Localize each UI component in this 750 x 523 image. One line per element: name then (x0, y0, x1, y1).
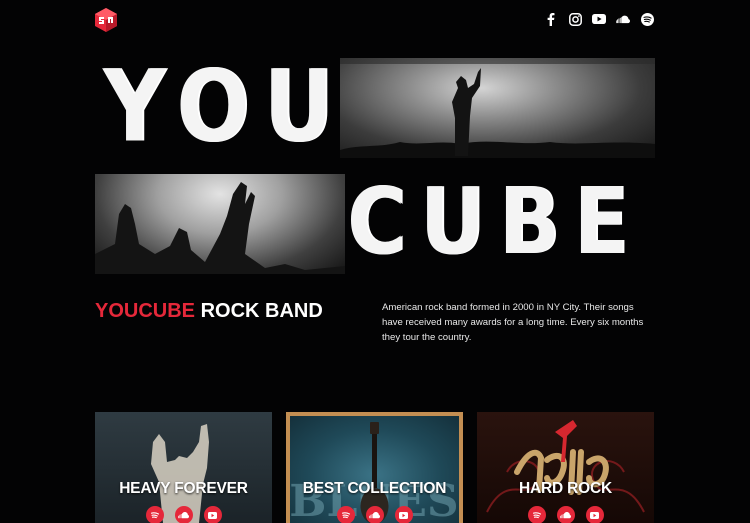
album-cards: HEAVY FOREVER BLUES BEST COLLECTION (95, 412, 655, 523)
band-description: American rock band formed in 2000 in NY … (382, 302, 644, 343)
crowd-hands-photo (95, 174, 345, 274)
youtube-icon[interactable] (585, 506, 604, 523)
title-rest: ROCK BAND (200, 300, 323, 322)
page-title: YOUCUBE ROCK BAND (95, 300, 323, 323)
soundcloud-icon[interactable] (616, 12, 630, 26)
concert-stage-photo (340, 58, 655, 158)
album-card-hard-rock[interactable]: HARD ROCK (477, 412, 654, 523)
hero-band-top: YOU (95, 58, 655, 158)
album-card-heavy-forever[interactable]: HEAVY FOREVER (95, 412, 272, 523)
spotify-icon[interactable] (527, 506, 546, 523)
album-card-best-collection[interactable]: BLUES BEST COLLECTION (286, 412, 463, 523)
youtube-icon[interactable] (394, 506, 413, 523)
facebook-icon[interactable] (544, 12, 558, 26)
soundcloud-icon[interactable] (556, 506, 575, 523)
card-title: HEAVY FOREVER (119, 480, 248, 497)
card-links (477, 506, 654, 523)
site-header (0, 0, 750, 40)
hero-banner: YOU CUBE (95, 58, 655, 274)
cube-logo-icon[interactable] (94, 7, 118, 33)
card-title: HARD ROCK (519, 480, 612, 497)
spotify-icon[interactable] (145, 506, 164, 523)
title-accent: YOUCUBE (95, 300, 196, 322)
youtube-icon[interactable] (592, 12, 606, 26)
hero-band-bottom: CUBE (95, 174, 655, 274)
card-links (95, 506, 272, 523)
instagram-icon[interactable] (568, 12, 582, 26)
spotify-icon[interactable] (640, 12, 654, 26)
soundcloud-icon[interactable] (174, 506, 193, 523)
hero-word-cube: CUBE (347, 174, 643, 274)
soundcloud-icon[interactable] (365, 506, 384, 523)
youtube-icon[interactable] (203, 506, 222, 523)
hero-word-you: YOU (103, 58, 348, 158)
card-links (286, 506, 463, 523)
card-title: BEST COLLECTION (302, 480, 447, 497)
spotify-icon[interactable] (336, 506, 355, 523)
social-links (544, 12, 654, 26)
